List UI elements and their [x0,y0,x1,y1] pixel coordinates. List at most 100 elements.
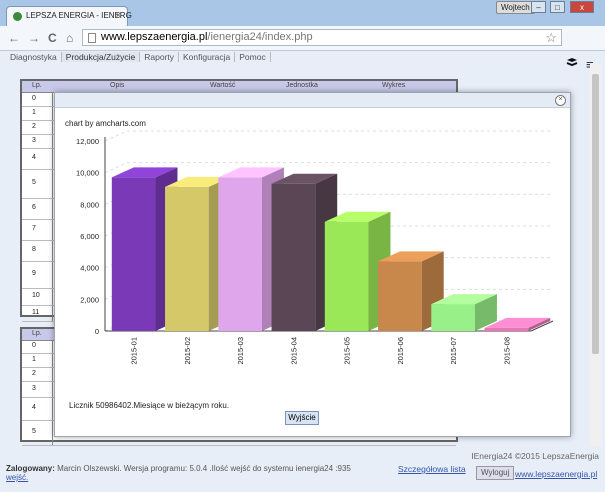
extension-icon[interactable] [566,57,578,69]
bar [431,304,475,331]
nav-item[interactable]: Diagnostyka [6,52,62,62]
x-tick-label: 2015-02 [183,337,192,365]
x-tick-label: 2015-06 [396,337,405,365]
x-tick-label: 2015-01 [130,337,139,365]
url-host: www.lepszaenergia.pl/ienergia24/index.ph… [101,31,313,43]
browser-tab[interactable]: LEPSZA ENERGIA - IENERG × [6,6,132,26]
lp-cell-border [22,149,53,169]
lp-cell-border [22,135,53,148]
dialog-header: × [55,93,570,108]
lp-cell-border [22,220,53,240]
monthly-bar-chart: 0 2,000 4,000 6,000 8,000 10,000 12,000 2015-01… [76,130,554,365]
minimize-icon[interactable]: – [531,1,546,13]
row-number: 0 [32,94,36,102]
y-tick-label: 6,000 [80,232,99,241]
header-wykres: Wykres [382,82,406,89]
scrollbar-thumb[interactable] [592,74,599,354]
x-tick-label: 2015-04 [289,337,298,365]
nav-item[interactable]: Pomoc [235,52,271,62]
user-profile-badge[interactable]: Wojtech [496,1,535,14]
login-label: Zalogowany: [6,464,55,473]
home-icon[interactable]: ⌂ [66,31,73,45]
forward-icon[interactable]: → [28,31,40,45]
row-number: 2 [32,122,36,130]
row-number: 1 [32,355,36,363]
details-list-link[interactable]: Szczegółowa lista [398,464,466,474]
lp-cell-border [22,199,53,219]
copyright-text: IEnergia24 ©2015 LepszaEnergia [471,451,599,461]
back-icon[interactable]: ← [8,31,20,45]
status-bar: IEnergia24 ©2015 LepszaEnergia Zalogowan… [0,446,605,492]
app-nav-menu: Diagnostyka Produkcja/Zużycie Raporty Konfi… [6,52,271,65]
lp-cell-border [22,382,53,397]
url-path: /ienergia24/index.php [207,31,313,43]
bar [165,186,209,331]
header-lp: Lp. [32,82,42,89]
address-bar[interactable]: www.lepszaenergia.pl/ienergia24/index.ph… [82,29,562,46]
row-number: 4 [32,154,36,161]
page-icon [88,33,96,43]
bar [484,327,529,331]
row-number: 1 [32,108,36,116]
lp-cell-border [22,93,53,106]
site-link[interactable]: www.lepszaenergia.pl [515,469,597,479]
nav-item[interactable]: Konfiguracja [179,52,236,62]
row-number: 11 [32,308,40,316]
y-tick-label: 10,000 [76,169,99,178]
lp-cell-border [22,354,53,367]
row-number: 5 [32,179,36,186]
bar [218,177,262,331]
reload-icon[interactable]: C [48,31,57,45]
window-close-icon[interactable]: x [570,1,594,13]
row-number: 0 [32,342,36,349]
tab-close-icon[interactable]: × [116,10,121,20]
row-number: 5 [32,428,36,435]
y-tick-label: 12,000 [76,137,99,146]
x-tick-label: 2015-08 [502,337,511,365]
nav-item[interactable]: Raporty [140,52,179,62]
window-titlebar: LEPSZA ENERGIA - IENERG × Wojtech – □ x [0,0,605,26]
bookmark-star-icon[interactable]: ☆ [545,30,557,46]
chart-dialog: × chart by amcharts.com 0 2,000 4,000 6,000… [54,92,571,437]
bar [271,183,316,331]
y-tick-label: 4,000 [80,264,99,273]
lp-cell-border [22,341,53,353]
lp-cell-border [22,107,53,120]
y-tick-label: 8,000 [80,200,99,209]
login-count-link[interactable]: wejść. [6,473,28,482]
lp-cell-border [22,368,53,381]
header-lp: Lp. [32,330,42,337]
x-tick-label: 2015-05 [343,337,352,365]
grid-line-depth [104,162,128,174]
maximize-icon[interactable]: □ [550,1,565,13]
login-text: Marcin Olszewski. Wersja programu: 5.0.4… [54,464,351,473]
row-number: 2 [32,369,36,377]
lp-cell-border [22,121,53,134]
header-wartosc: Wartość [210,82,236,89]
lp-cell-border [22,398,53,420]
header-opis: Opis [110,82,125,89]
page-scrollbar[interactable] [590,64,601,446]
x-tick-label: 2015-03 [236,337,245,365]
exit-button[interactable]: Wyjście [285,411,319,425]
bar [111,177,156,331]
row-number: 8 [32,246,36,253]
row-number: 10 [32,292,40,299]
lp-cell-border [22,170,53,198]
row-number: 3 [32,136,36,144]
login-info: Zalogowany: Marcin Olszewski. Wersja pro… [6,464,351,482]
row-number: 9 [32,270,36,277]
grid-line-depth [104,130,128,142]
lp-cell-border [22,241,53,261]
row-number: 4 [32,404,36,411]
dialog-close-icon[interactable]: × [555,95,566,106]
row-number: 3 [32,384,36,392]
logout-button[interactable]: Wyloguj [476,466,515,480]
row-number: 6 [32,204,36,211]
y-tick-label: 0 [95,327,99,336]
nav-item[interactable]: Produkcja/Zużycie [61,52,141,62]
chart-credit: chart by amcharts.com [65,119,146,128]
bar [324,221,369,331]
header-jednostka: Jednostka [286,82,318,89]
browser-toolbar: ← → C ⌂ www.lepszaenergia.pl/ienergia24/… [0,26,605,72]
